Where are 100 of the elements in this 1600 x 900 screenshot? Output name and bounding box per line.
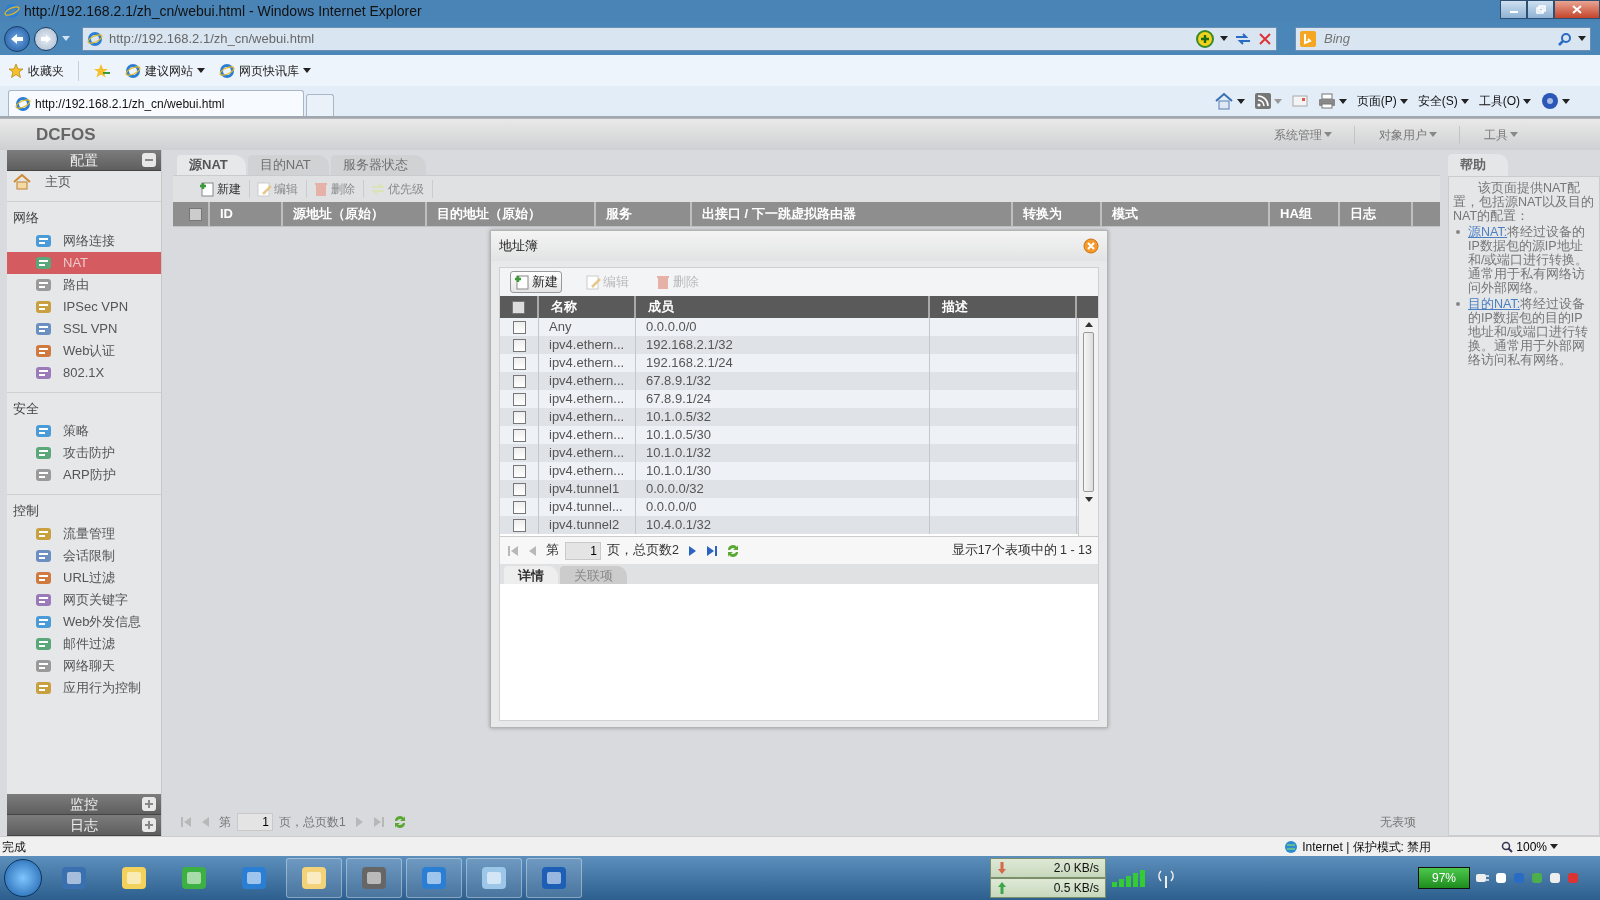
favorites-item[interactable]: 收藏夹 bbox=[8, 61, 64, 80]
print-button[interactable] bbox=[1317, 93, 1347, 109]
sidebar-item[interactable]: Web外发信息 bbox=[7, 610, 161, 633]
row-checkbox[interactable] bbox=[512, 482, 526, 496]
sidebar-item[interactable]: 邮件过滤 bbox=[7, 632, 161, 655]
close-button[interactable] bbox=[1554, 0, 1600, 19]
sidebar-item[interactable]: ARP防护 bbox=[7, 464, 161, 486]
tab[interactable]: 目的NAT bbox=[247, 155, 329, 175]
feature-icon bbox=[35, 547, 53, 564]
mail-icon[interactable] bbox=[1291, 95, 1308, 107]
panel-header[interactable]: 配置 bbox=[7, 150, 161, 171]
browser-tab[interactable]: http://192.168.2.1/zh_cn/webui.html bbox=[8, 90, 304, 116]
sidebar-item[interactable]: 主页 bbox=[7, 171, 161, 193]
taskbar-app[interactable] bbox=[406, 858, 462, 898]
command-menu[interactable]: 工具(O) bbox=[1478, 92, 1531, 110]
stop-icon[interactable] bbox=[1258, 31, 1272, 46]
column-header[interactable]: HA组 bbox=[1270, 202, 1340, 226]
sidebar-item[interactable]: SSL VPN bbox=[7, 317, 161, 340]
toolbar-button[interactable]: 新建 bbox=[510, 270, 562, 294]
sidebar-item[interactable]: 网络聊天 bbox=[7, 654, 161, 677]
feeds-button[interactable] bbox=[1254, 93, 1282, 109]
sidebar-item[interactable]: 策略 bbox=[7, 420, 161, 442]
column-header[interactable]: 模式 bbox=[1102, 202, 1270, 226]
page-field[interactable]: 1 bbox=[237, 813, 273, 831]
sidebar-item[interactable]: 会话限制 bbox=[7, 544, 161, 567]
sidebar-item[interactable]: 802.1X bbox=[7, 361, 161, 384]
last-page-icon[interactable] bbox=[704, 543, 719, 558]
add-favorite-icon[interactable] bbox=[93, 62, 111, 79]
scrollbar[interactable] bbox=[1078, 318, 1098, 536]
help-link[interactable]: 目的NAT: bbox=[1468, 297, 1521, 311]
column-header[interactable]: 日志 bbox=[1340, 202, 1413, 226]
sidebar-item[interactable]: 流量管理 bbox=[7, 522, 161, 545]
taskbar-app[interactable] bbox=[286, 858, 342, 898]
tab[interactable]: 详情 bbox=[504, 566, 558, 584]
tab[interactable]: 服务器状态 bbox=[330, 155, 426, 175]
zoom-button[interactable]: 100% bbox=[1501, 837, 1598, 856]
feed-icon bbox=[1254, 93, 1271, 109]
refresh-arrows-icon[interactable] bbox=[1234, 30, 1252, 47]
column-header[interactable]: 出接口 / 下一跳虚拟路由器 bbox=[692, 202, 1013, 226]
sidebar-item[interactable]: Web认证 bbox=[7, 339, 161, 362]
help-link[interactable]: 源NAT: bbox=[1468, 225, 1508, 239]
column-header[interactable]: 目的地址（原始） bbox=[427, 202, 596, 226]
favorites-item[interactable]: 网页快讯库 bbox=[219, 61, 311, 80]
row-checkbox[interactable] bbox=[512, 320, 526, 334]
pager-summary: 显示17个表项中的 1 - 13 bbox=[951, 542, 1092, 560]
app-menu[interactable]: 工具 bbox=[1459, 125, 1540, 144]
taskbar-app[interactable] bbox=[526, 858, 582, 898]
command-menu[interactable]: 页面(P) bbox=[1356, 92, 1408, 110]
select-all-checkbox[interactable] bbox=[189, 207, 202, 221]
panel-header[interactable]: 日志 bbox=[7, 815, 161, 836]
sidebar-item[interactable]: 网页关键字 bbox=[7, 588, 161, 611]
taskbar-app[interactable] bbox=[346, 858, 402, 898]
row-checkbox[interactable] bbox=[512, 428, 526, 442]
row-checkbox[interactable] bbox=[512, 392, 526, 406]
restore-button[interactable] bbox=[1527, 0, 1554, 19]
home-button[interactable] bbox=[1213, 92, 1245, 110]
help-tab[interactable]: 帮助 bbox=[1448, 154, 1508, 176]
minimize-button[interactable] bbox=[1500, 0, 1527, 19]
search-field[interactable]: Bing bbox=[1295, 26, 1591, 51]
column-header[interactable]: 转换为 bbox=[1013, 202, 1102, 226]
sidebar-item[interactable]: 路由 bbox=[7, 273, 161, 296]
start-button[interactable] bbox=[4, 859, 42, 897]
search-input[interactable]: Bing bbox=[1322, 27, 1552, 50]
feature-icon bbox=[35, 298, 53, 315]
sidebar-item[interactable]: 应用行为控制 bbox=[7, 676, 161, 699]
page-field[interactable]: 1 bbox=[565, 541, 601, 560]
row-checkbox[interactable] bbox=[512, 410, 526, 424]
row-checkbox[interactable] bbox=[512, 338, 526, 352]
select-all-checkbox[interactable] bbox=[512, 300, 525, 314]
sidebar-item[interactable]: IPSec VPN bbox=[7, 295, 161, 318]
row-checkbox[interactable] bbox=[512, 356, 526, 370]
app-menu[interactable]: 系统管理 bbox=[1250, 125, 1354, 144]
column-header[interactable]: 服务 bbox=[596, 202, 692, 226]
sidebar-item[interactable]: 攻击防护 bbox=[7, 442, 161, 464]
address-field[interactable]: http://192.168.2.1/zh_cn/webui.html bbox=[82, 26, 1277, 51]
favorites-item[interactable]: 建议网站 bbox=[125, 61, 205, 80]
history-dropdown[interactable] bbox=[62, 36, 70, 41]
panel-header[interactable]: 监控 bbox=[7, 794, 161, 815]
app-menu[interactable]: 对象用户 bbox=[1354, 125, 1459, 144]
toolbar-button[interactable]: 新建 bbox=[199, 180, 250, 198]
antenna-icon[interactable] bbox=[1158, 868, 1174, 888]
column-header[interactable]: 源地址（原始） bbox=[283, 202, 427, 226]
command-menu[interactable]: 安全(S) bbox=[1417, 92, 1469, 110]
forward-button[interactable] bbox=[34, 26, 58, 51]
row-checkbox[interactable] bbox=[512, 464, 526, 478]
row-checkbox[interactable] bbox=[512, 518, 526, 532]
dialog-close-button[interactable] bbox=[1083, 238, 1099, 254]
tab[interactable]: 源NAT bbox=[177, 155, 246, 175]
plus-circle-icon[interactable] bbox=[1196, 29, 1214, 48]
row-checkbox[interactable] bbox=[512, 374, 526, 388]
column-header[interactable]: ID bbox=[210, 202, 283, 226]
sidebar-item[interactable]: 网络连接 bbox=[7, 229, 161, 252]
search-icon[interactable] bbox=[1558, 31, 1572, 46]
row-checkbox[interactable] bbox=[512, 500, 526, 514]
sidebar-item[interactable]: URL过滤 bbox=[7, 566, 161, 589]
up-arrow-icon bbox=[997, 882, 1007, 894]
row-checkbox[interactable] bbox=[512, 446, 526, 460]
taskbar-app[interactable] bbox=[466, 858, 522, 898]
back-button[interactable] bbox=[4, 25, 30, 52]
help-button[interactable] bbox=[1541, 92, 1570, 110]
